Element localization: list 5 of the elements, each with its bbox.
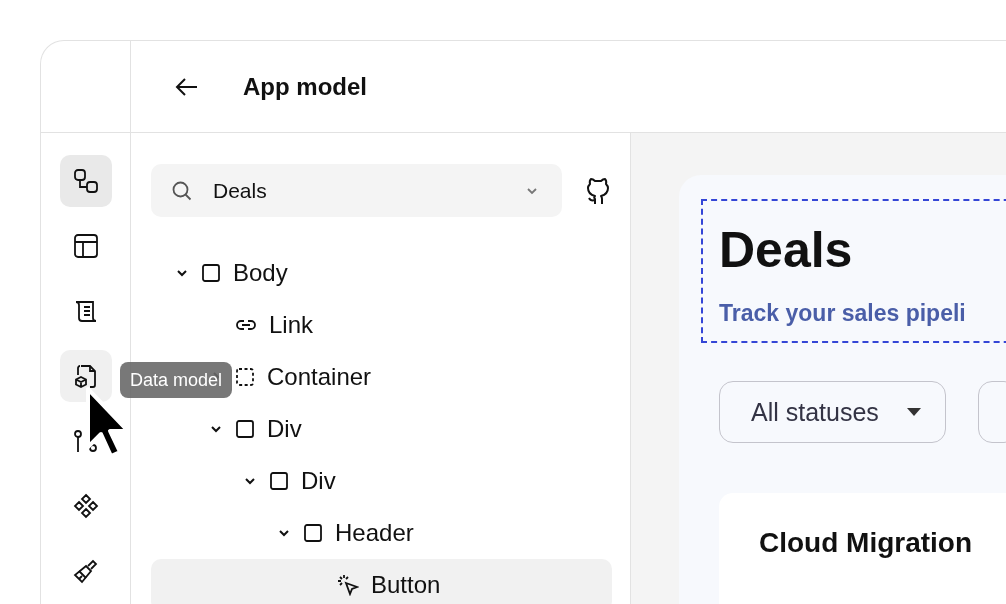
preview-title: Deals [719, 223, 854, 278]
deal-title: Cloud Migration [759, 527, 974, 559]
page-title: App model [243, 72, 367, 101]
preview-subtitle: Track your sales pipeli [719, 300, 967, 327]
tooltip: Data model [120, 362, 233, 398]
